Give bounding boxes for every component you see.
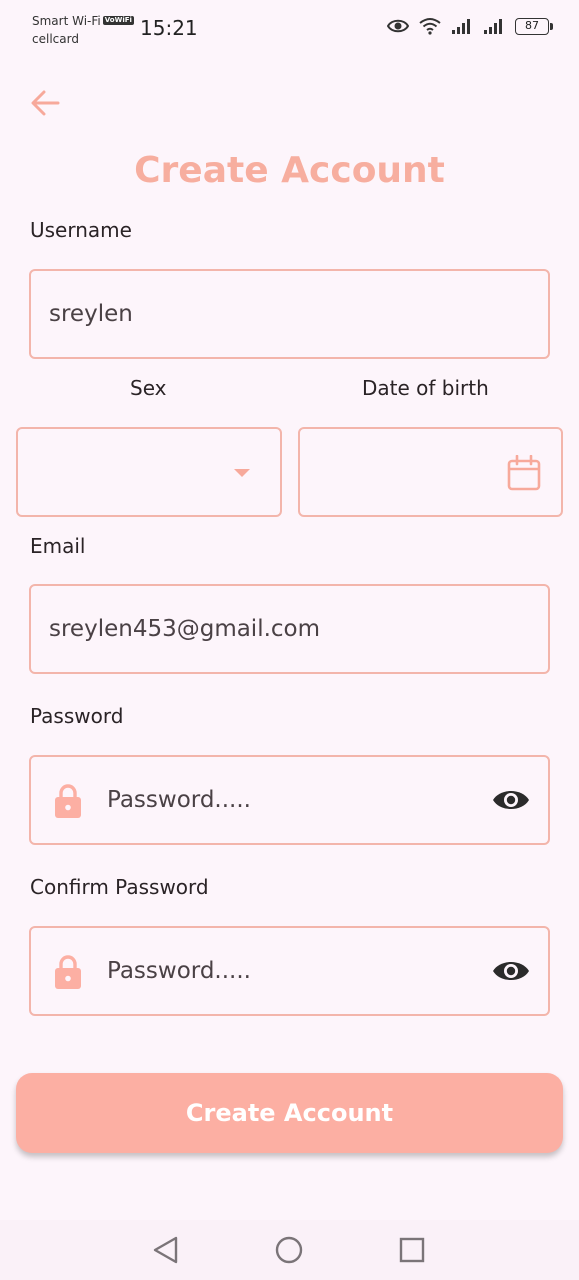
email-field[interactable] — [29, 584, 550, 674]
email-label: Email — [30, 534, 86, 558]
confirm-password-label: Confirm Password — [30, 875, 209, 899]
page-title: Create Account — [134, 150, 445, 191]
recents-square-icon[interactable] — [396, 1234, 428, 1266]
eye-icon[interactable] — [492, 958, 530, 984]
wifi-icon — [419, 18, 441, 35]
sex-dropdown[interactable] — [16, 427, 282, 517]
status-icons: 87 — [387, 17, 553, 35]
carrier-name: Smart Wi-Fi — [32, 14, 101, 28]
dob-label: Date of birth — [362, 376, 489, 400]
eye-icon — [387, 19, 409, 33]
dropdown-caret-icon — [234, 469, 250, 477]
carrier-secondary: cellcard — [32, 32, 79, 46]
system-nav-bar — [0, 1220, 579, 1280]
signal-icon — [452, 19, 470, 34]
password-input[interactable] — [31, 757, 548, 843]
password-field[interactable] — [29, 755, 550, 845]
create-account-button[interactable]: Create Account — [16, 1073, 563, 1153]
password-label: Password — [30, 704, 124, 728]
confirm-password-field[interactable] — [29, 926, 550, 1016]
lock-icon — [55, 955, 81, 989]
email-input[interactable] — [31, 586, 548, 672]
confirm-password-input[interactable] — [31, 928, 548, 1014]
back-button[interactable] — [28, 86, 62, 120]
sex-label: Sex — [130, 376, 167, 400]
dob-picker[interactable] — [298, 427, 563, 517]
status-time: 15:21 — [140, 16, 198, 40]
username-input[interactable] — [31, 271, 548, 357]
carrier-info: Smart Wi-Fi VoWiFi cellcard — [32, 12, 134, 48]
home-circle-icon[interactable] — [273, 1234, 305, 1266]
vowifi-badge: VoWiFi — [102, 16, 134, 25]
username-label: Username — [30, 218, 132, 242]
status-bar: Smart Wi-Fi VoWiFi cellcard 15:21 87 — [0, 0, 579, 56]
back-triangle-icon[interactable] — [150, 1234, 182, 1266]
eye-icon[interactable] — [492, 787, 530, 813]
lock-icon — [55, 784, 81, 818]
username-field[interactable] — [29, 269, 550, 359]
signal-icon — [484, 19, 502, 34]
arrow-left-icon — [31, 90, 60, 116]
calendar-icon[interactable] — [507, 455, 541, 491]
battery-indicator: 87 — [515, 17, 553, 35]
